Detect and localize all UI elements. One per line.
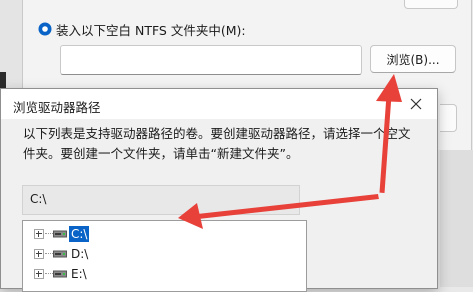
selected-path-display: C:\: [22, 185, 300, 215]
expand-icon[interactable]: [34, 249, 44, 259]
expand-icon[interactable]: [34, 229, 44, 239]
dialog-title: 浏览驱动器路径: [13, 100, 101, 115]
top-button-fragment[interactable]: [404, 0, 458, 9]
tree-item-c[interactable]: C:\: [23, 225, 223, 243]
tree-item-d[interactable]: D:\: [23, 245, 223, 263]
drive-icon: [53, 270, 67, 278]
folder-path-input[interactable]: [60, 45, 362, 75]
expand-icon[interactable]: [34, 269, 44, 279]
drive-icon: [53, 230, 67, 238]
close-icon[interactable]: [405, 94, 427, 114]
background-window-fragment: [0, 72, 6, 88]
tree-item-label[interactable]: D:\: [69, 246, 90, 262]
tree-item-label[interactable]: E:\: [69, 266, 89, 282]
background-button-fragment[interactable]: [440, 104, 457, 132]
dialog-titlebar[interactable]: 浏览驱动器路径: [1, 89, 437, 119]
tree-item-label[interactable]: C:\: [69, 226, 90, 242]
radio-selected-icon[interactable]: [38, 22, 52, 36]
dialog-description: 以下列表是支持驱动器路径的卷。要创建驱动器路径，请选择一个空文件夹。要创建一个文…: [23, 126, 411, 161]
mount-folder-radio-label[interactable]: 装入以下空白 NTFS 文件夹中(M):: [56, 20, 246, 39]
drive-icon: [53, 250, 67, 258]
browse-button[interactable]: 浏览(B)...: [370, 45, 456, 73]
volume-tree[interactable]: C:\ D:\ E:\: [22, 220, 307, 292]
background-window-edge: [440, 150, 473, 287]
tree-item-e[interactable]: E:\: [23, 265, 223, 283]
browse-drive-path-dialog: 浏览驱动器路径 以下列表是支持驱动器路径的卷。要创建驱动器路径，请选择一个空文件…: [0, 88, 438, 292]
selected-path-text: C:\: [30, 192, 47, 206]
